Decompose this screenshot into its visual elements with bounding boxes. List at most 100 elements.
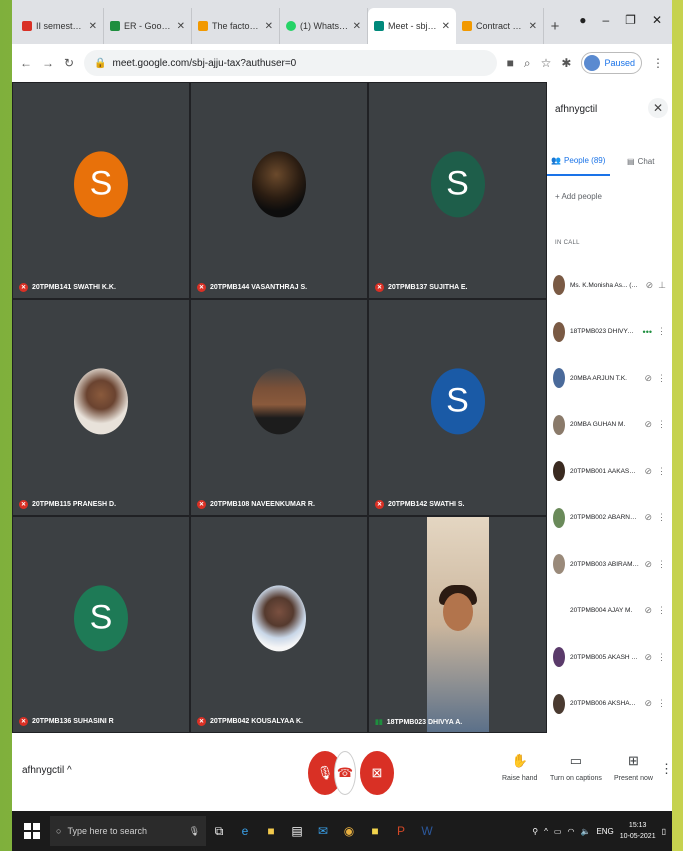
language-indicator[interactable]: ENG <box>596 827 613 836</box>
people-panel: afhnygctil ✕ 👥 People (89) ▤ Chat + Add pe… <box>547 82 672 733</box>
extensions-icon[interactable]: ✱ <box>561 56 571 70</box>
avatar <box>74 367 128 434</box>
pin-icon[interactable]: ⊥ <box>658 280 666 291</box>
more-icon[interactable]: ⋮ <box>657 419 666 430</box>
maximize-button[interactable]: ❐ <box>625 13 636 27</box>
tab-people[interactable]: 👥 People (89) <box>547 146 610 176</box>
avatar: S <box>74 150 128 217</box>
participant-tile[interactable]: S ✕ 20TPMB141 SWATHI K.K. <box>12 82 190 299</box>
menu-icon[interactable]: ⋮ <box>652 56 664 70</box>
chevron-up-icon[interactable]: ^ <box>544 827 548 836</box>
participant-tile[interactable]: S ✕ 20TPMB142 SWATHI S. <box>368 299 547 516</box>
close-tab-icon[interactable]: ✕ <box>442 21 450 32</box>
wifi-icon[interactable]: ◠ <box>567 827 574 836</box>
chevron-up-icon: ^ <box>67 765 72 776</box>
word-icon[interactable]: W <box>417 821 437 841</box>
list-item[interactable]: 18TPMB023 DHIVYA A. ••• ⋮ <box>547 309 672 356</box>
close-window-button[interactable]: ✕ <box>652 13 662 27</box>
people-icon[interactable]: ⚲ <box>532 827 538 836</box>
sticky-notes-icon[interactable]: ■ <box>365 821 385 841</box>
list-item[interactable]: 20TPMB005 AKASH M.S. ⊘ ⋮ <box>547 634 672 681</box>
participant-tile[interactable]: S ✕ 20TPMB136 SUHASINI R <box>12 516 190 733</box>
back-icon[interactable]: ← <box>20 56 32 70</box>
more-icon[interactable]: ⋮ <box>657 326 666 337</box>
more-icon[interactable]: ⋮ <box>657 605 666 616</box>
browser-tab[interactable]: The factories act, 1948✕ <box>192 8 280 44</box>
close-panel-button[interactable]: ✕ <box>648 98 668 118</box>
meeting-details-button[interactable]: afhnygctil ^ <box>22 765 72 776</box>
more-options-button[interactable]: ⋮ <box>660 761 673 777</box>
minimize-button[interactable]: – <box>602 13 609 27</box>
edge-icon[interactable]: e <box>235 821 255 841</box>
more-icon[interactable]: ⋮ <box>657 466 666 477</box>
list-item[interactable]: 20TPMB006 AKSHAYA K. ⊘ ⋮ <box>547 681 672 728</box>
participant-tile[interactable]: ✕ 20TPMB042 KOUSALYAA K. <box>190 516 368 733</box>
taskbar-search[interactable]: ○ Type here to search 🎙 <box>50 816 206 846</box>
list-item[interactable]: 20MBA ARJUN T.K. ⊘ ⋮ <box>547 355 672 402</box>
raise-hand-button[interactable]: ✋ Raise hand <box>502 753 537 782</box>
add-people-button[interactable]: + Add people <box>555 192 602 201</box>
mic-off-icon: ✕ <box>19 717 28 726</box>
powerpoint-icon[interactable]: P <box>391 821 411 841</box>
url-bar[interactable]: 🔒 meet.google.com/sbj-ajju-tax?authuser=… <box>84 50 497 76</box>
mail-icon[interactable]: ✉ <box>313 821 333 841</box>
browser-tab[interactable]: ER - Google Drive✕ <box>104 8 192 44</box>
reload-icon[interactable]: ↻ <box>64 56 74 70</box>
more-icon[interactable]: ⋮ <box>657 512 666 523</box>
participant-tile-video[interactable]: ▮▮ 18TPMB023 DHIVYA A. <box>368 516 547 733</box>
list-item[interactable]: 20MBA GUHAN M. ⊘ ⋮ <box>547 402 672 449</box>
participant-tile[interactable]: S ✕ 20TPMB137 SUJITHA E. <box>368 82 547 299</box>
star-icon[interactable]: ☆ <box>541 56 552 70</box>
new-tab-button[interactable]: + <box>544 8 566 44</box>
close-tab-icon[interactable]: ✕ <box>177 21 185 32</box>
profile-icon[interactable]: ● <box>579 13 586 27</box>
mic-off-icon: ⊘ <box>644 651 652 662</box>
forward-icon[interactable]: → <box>42 56 54 70</box>
present-button[interactable]: ⊞ Present now <box>614 753 653 782</box>
mic-off-icon: ✕ <box>197 717 206 726</box>
present-icon: ⊞ <box>628 753 639 768</box>
list-item[interactable]: 20TPMB004 AJAY M. ⊘ ⋮ <box>547 588 672 635</box>
task-view-icon[interactable]: ⧉ <box>209 821 229 841</box>
close-tab-icon[interactable]: ✕ <box>89 21 97 32</box>
more-icon[interactable]: ⋮ <box>657 652 666 663</box>
participant-tile[interactable]: ✕ 20TPMB108 NAVEENKUMAR R. <box>190 299 368 516</box>
video-face <box>443 593 473 631</box>
close-tab-icon[interactable]: ✕ <box>529 21 537 32</box>
store-icon[interactable]: ▤ <box>287 821 307 841</box>
clock[interactable]: 15:13 10-05-2021 <box>620 820 656 842</box>
tab-chat[interactable]: ▤ Chat <box>610 146 673 176</box>
mic-off-icon: ⊘ <box>644 605 652 616</box>
volume-icon[interactable]: 🔈 <box>580 827 590 836</box>
list-item[interactable]: 20TPMB002 ABARNA V. ⊘ ⋮ <box>547 495 672 542</box>
more-icon[interactable]: ⋮ <box>657 373 666 384</box>
list-item[interactable]: Ms. K.Monisha As... (You) ⊘ ⊥ <box>547 262 672 309</box>
camera-toggle-button[interactable]: ⊠ <box>360 751 394 795</box>
camera-icon[interactable]: ■ <box>507 56 514 70</box>
file-explorer-icon[interactable]: ■ <box>261 821 281 841</box>
camera-off-icon: ⊠ <box>371 765 383 780</box>
participant-tile[interactable]: ✕ 20TPMB115 PRANESH D. <box>12 299 190 516</box>
zoom-icon[interactable]: ⌕ <box>524 56 531 71</box>
more-icon[interactable]: ⋮ <box>657 559 666 570</box>
profile-button[interactable]: Paused <box>581 52 642 74</box>
list-item[interactable]: 20TPMB001 AAKASH P... ⊘ ⋮ <box>547 448 672 495</box>
hang-up-button[interactable]: ☎ <box>334 751 356 795</box>
avatar <box>553 647 565 668</box>
captions-button[interactable]: ▭ Turn on captions <box>550 753 602 782</box>
battery-icon[interactable]: ▭ <box>554 827 562 836</box>
browser-tab[interactable]: II semester - Invitatio✕ <box>16 8 104 44</box>
list-item[interactable]: 20TPMB003 ABIRAMI S. ⊘ ⋮ <box>547 541 672 588</box>
close-tab-icon[interactable]: ✕ <box>353 21 361 32</box>
browser-tab[interactable]: (1) WhatsApp✕ <box>280 8 368 44</box>
more-icon: ⋮ <box>660 761 673 776</box>
browser-tab[interactable]: Contract Labour Act F✕ <box>456 8 544 44</box>
browser-tab-active[interactable]: Meet - sbj-ajju-tax✕ <box>368 8 456 44</box>
avatar <box>553 600 565 621</box>
close-tab-icon[interactable]: ✕ <box>265 21 273 32</box>
notification-icon[interactable]: ▯ <box>662 827 666 836</box>
participant-tile[interactable]: ✕ 20TPMB144 VASANTHRAJ S. <box>190 82 368 299</box>
more-icon[interactable]: ⋮ <box>657 698 666 709</box>
chrome-icon[interactable]: ◉ <box>339 821 359 841</box>
windows-start-icon[interactable] <box>20 819 44 843</box>
